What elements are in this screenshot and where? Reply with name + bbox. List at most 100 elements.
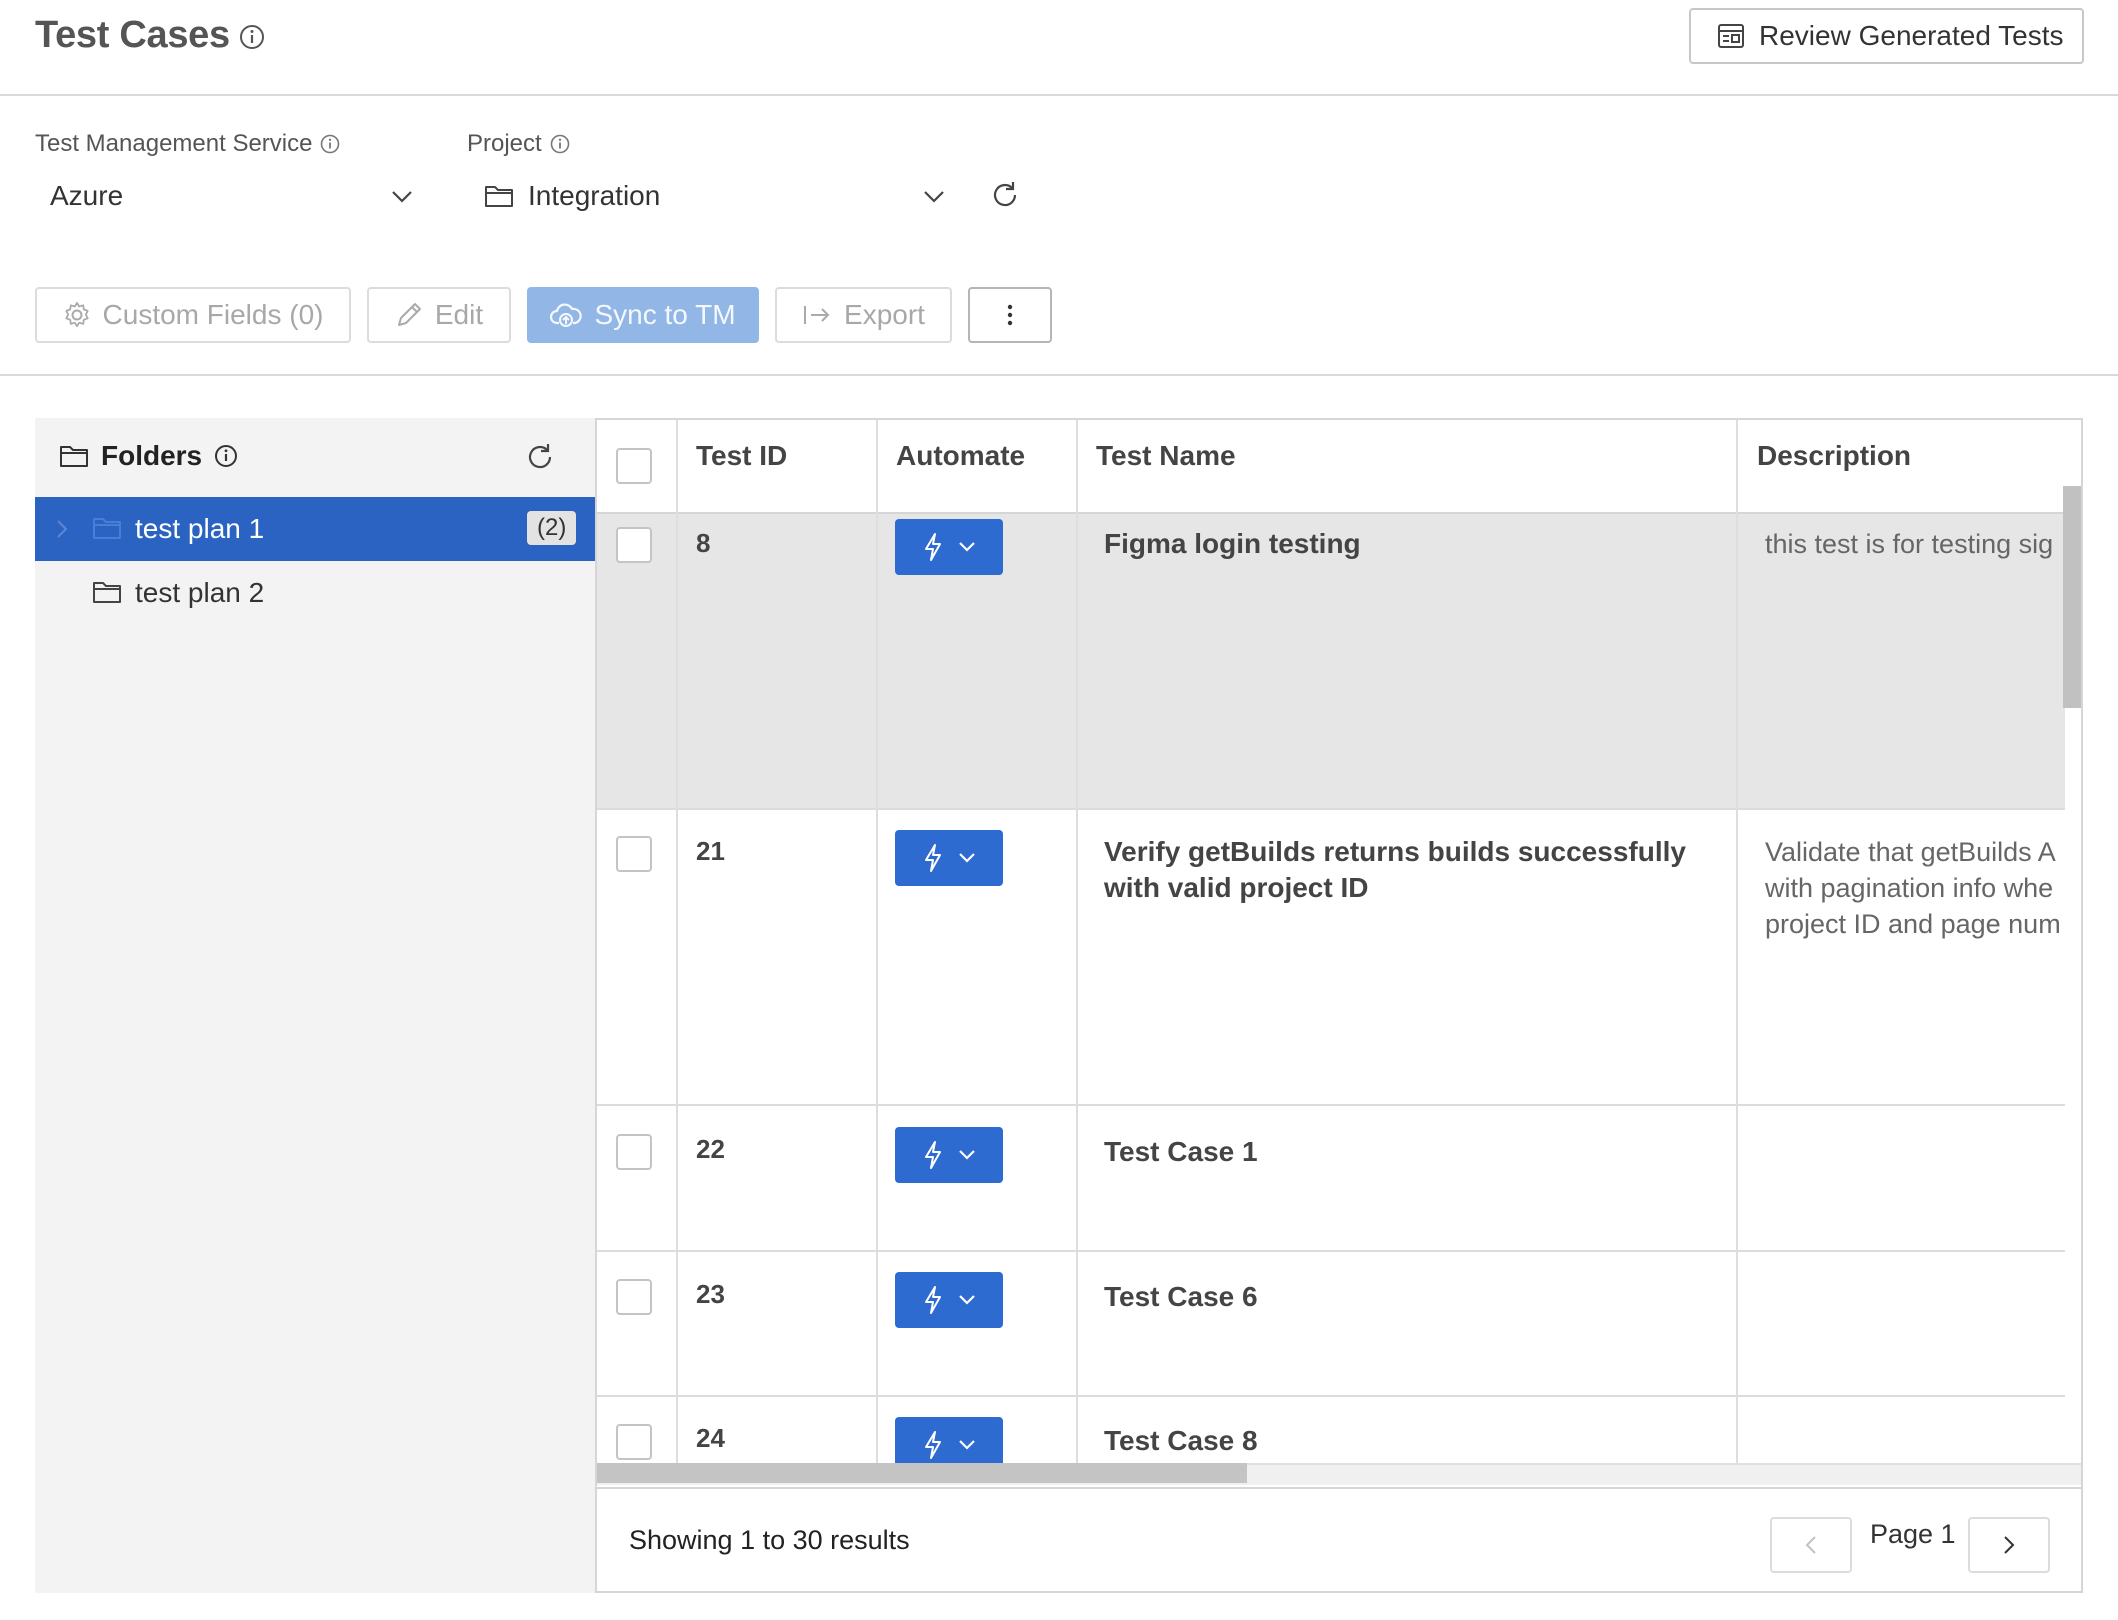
chevron-down-icon: [958, 1439, 976, 1451]
folders-panel: Folders test plan 1 (2) test plan 2: [35, 418, 595, 1593]
table-header: Test ID Automate Test Name Description: [597, 420, 2081, 514]
info-icon[interactable]: [550, 134, 570, 154]
folders-header: Folders: [59, 440, 238, 472]
table-footer: Showing 1 to 30 results Page 1: [597, 1487, 2081, 1591]
chevron-left-icon: [1804, 1533, 1818, 1557]
folder-icon: [484, 183, 514, 209]
pencil-icon: [395, 301, 423, 329]
automate-button[interactable]: [895, 1127, 1003, 1183]
folder-item-test-plan-2[interactable]: test plan 2: [35, 561, 595, 625]
custom-fields-button[interactable]: Custom Fields (0): [35, 287, 351, 343]
automate-button[interactable]: [895, 519, 1003, 575]
row-checkbox[interactable]: [616, 527, 652, 563]
gear-icon: [63, 301, 91, 329]
table-row[interactable]: 22 Test Case 1: [597, 1106, 2065, 1252]
row-checkbox[interactable]: [616, 1279, 652, 1315]
sync-label: Sync to TM: [594, 299, 736, 330]
edit-label: Edit: [434, 299, 484, 330]
row-checkbox[interactable]: [616, 1424, 652, 1460]
lightning-icon: [922, 843, 944, 873]
divider: [0, 374, 2118, 376]
test-id: 24: [696, 1423, 725, 1453]
test-name: Test Case 8: [1104, 1425, 1258, 1456]
row-checkbox[interactable]: [616, 1134, 652, 1170]
export-arrow-icon: [802, 303, 832, 327]
lightning-icon: [922, 1285, 944, 1315]
service-select[interactable]: Azure: [50, 172, 414, 220]
export-label: Export: [844, 299, 925, 330]
test-id: 22: [696, 1134, 725, 1164]
test-description: this test is for testing sig: [1765, 529, 2054, 559]
test-name: Figma login testing: [1104, 528, 1361, 559]
test-cases-table: Test ID Automate Test Name Description 8…: [595, 418, 2083, 1593]
chevron-down-icon: [958, 1149, 976, 1161]
test-id: 8: [696, 528, 711, 558]
project-label: Project: [467, 130, 570, 158]
chevron-down-icon: [958, 1294, 976, 1306]
test-id: 21: [696, 836, 725, 866]
info-icon[interactable]: [214, 444, 238, 468]
test-name: Verify getBuilds returns builds successf…: [1104, 836, 1686, 903]
info-icon[interactable]: [239, 24, 265, 50]
cloud-upload-icon: [550, 301, 583, 329]
sync-to-tm-button[interactable]: Sync to TM: [527, 287, 759, 343]
refresh-icon[interactable]: [990, 180, 1020, 210]
test-name: Test Case 1: [1104, 1136, 1258, 1167]
folder-label: test plan 1: [135, 513, 265, 544]
table-row[interactable]: 24 Test Case 8: [597, 1397, 2065, 1473]
automate-button[interactable]: [895, 830, 1003, 886]
test-name: Test Case 6: [1104, 1281, 1258, 1312]
chevron-down-icon: [390, 184, 414, 208]
chevron-right-icon: [2002, 1533, 2016, 1557]
column-divider: [876, 420, 878, 1463]
column-divider: [1736, 420, 1738, 1463]
column-divider: [676, 420, 678, 1463]
lightning-icon: [922, 1140, 944, 1170]
lightning-icon: [922, 532, 944, 562]
folder-icon: [92, 579, 122, 605]
next-page-button[interactable]: [1968, 1517, 2050, 1573]
page-title: Test Cases: [35, 14, 230, 56]
folder-icon: [59, 443, 89, 469]
more-options-button[interactable]: [968, 287, 1052, 343]
service-label: Test Management Service: [35, 130, 340, 158]
column-header-description[interactable]: Description: [1757, 440, 1911, 472]
horizontal-scrollbar[interactable]: [597, 1463, 1247, 1483]
project-select-value: Integration: [528, 180, 661, 211]
page-header: Test Cases Review Generated Tests: [0, 0, 2118, 96]
info-icon[interactable]: [320, 134, 340, 154]
table-row[interactable]: 23 Test Case 6: [597, 1252, 2065, 1397]
folder-label: test plan 2: [135, 577, 265, 608]
chevron-right-icon[interactable]: [55, 517, 69, 541]
chevron-down-icon: [958, 541, 976, 553]
refresh-icon[interactable]: [525, 442, 555, 472]
chevron-down-icon: [958, 852, 976, 864]
project-select[interactable]: Integration: [484, 172, 946, 220]
export-button[interactable]: Export: [775, 287, 952, 343]
review-generated-tests-button[interactable]: Review Generated Tests: [1689, 8, 2084, 64]
chevron-down-icon: [922, 184, 946, 208]
automate-button[interactable]: [895, 1272, 1003, 1328]
column-header-automate[interactable]: Automate: [896, 440, 1025, 472]
test-id: 23: [696, 1279, 725, 1309]
edit-button[interactable]: Edit: [367, 287, 511, 343]
column-divider: [1076, 420, 1078, 1463]
kebab-menu-icon: [1006, 303, 1014, 327]
column-header-test-id[interactable]: Test ID: [696, 440, 787, 472]
vertical-scrollbar[interactable]: [2063, 486, 2081, 708]
review-button-label: Review Generated Tests: [1759, 20, 2064, 51]
table-row[interactable]: 21 Verify getBuilds returns builds succe…: [597, 810, 2065, 1106]
folders-title: Folders: [101, 440, 203, 471]
service-select-value: Azure: [50, 180, 124, 211]
folder-icon: [92, 515, 122, 541]
test-description: Validate that getBuilds A with paginatio…: [1765, 837, 2061, 939]
row-checkbox[interactable]: [616, 836, 652, 872]
results-summary: Showing 1 to 30 results: [629, 1525, 910, 1555]
count-badge: (2): [527, 511, 577, 545]
column-header-test-name[interactable]: Test Name: [1096, 440, 1236, 472]
previous-page-button[interactable]: [1770, 1517, 1852, 1573]
folder-item-test-plan-1[interactable]: test plan 1 (2): [35, 497, 595, 561]
page-indicator: Page 1: [1870, 1519, 1956, 1549]
table-row[interactable]: 8 Figma login testing this test is for t…: [597, 514, 2065, 810]
select-all-checkbox[interactable]: [616, 448, 652, 484]
